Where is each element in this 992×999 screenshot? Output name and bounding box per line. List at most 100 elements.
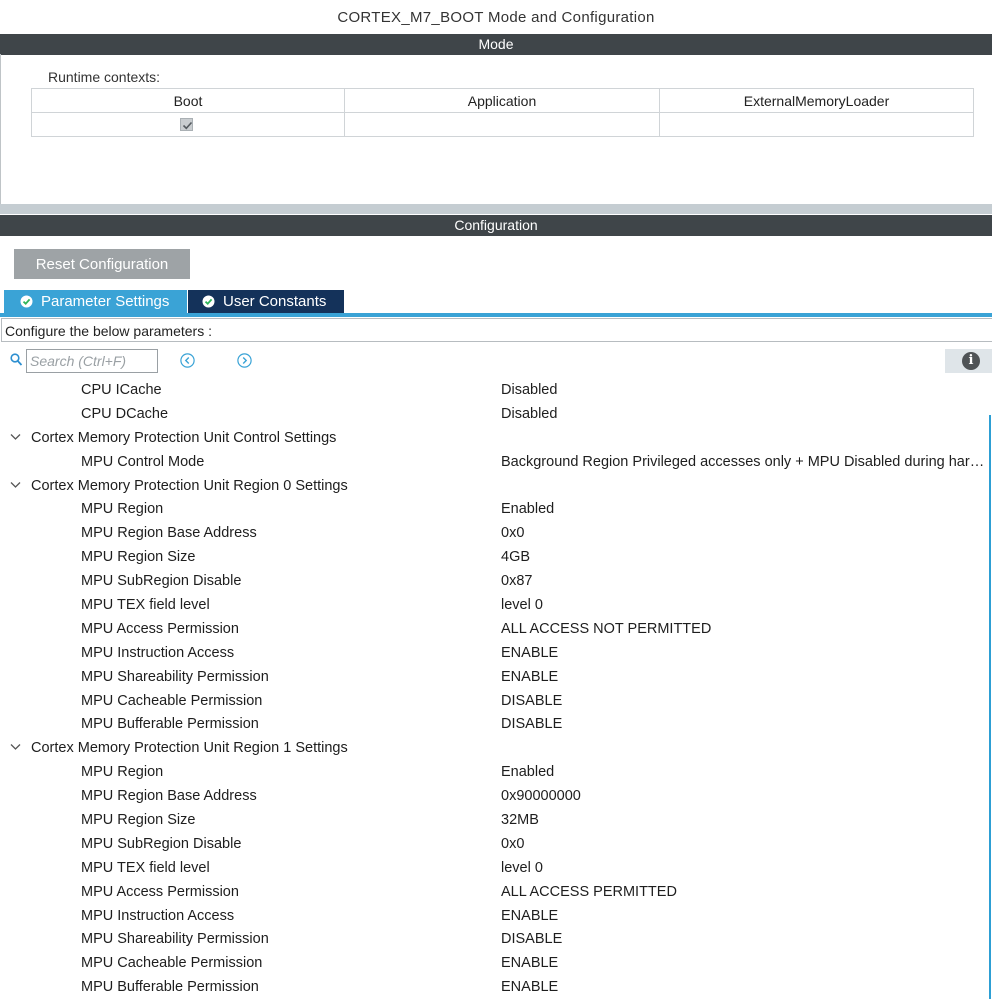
param-label: MPU SubRegion Disable	[81, 835, 242, 852]
param-label: MPU Bufferable Permission	[81, 716, 259, 733]
tree-param-row[interactable]: CPU DCache Disabled	[0, 402, 989, 426]
checkmark-icon	[182, 121, 193, 130]
search-input[interactable]	[26, 349, 158, 373]
panel-left-border	[0, 54, 1, 204]
param-label: MPU Cacheable Permission	[81, 692, 263, 709]
tree-param-row[interactable]: MPU Region Size 4GB	[0, 545, 989, 569]
parameter-tree: CPU ICache Disabled CPU DCache Disabled Cort…	[0, 378, 989, 999]
tree-param-row[interactable]: MPU Region Size 32MB	[0, 808, 989, 832]
window-title: CORTEX_M7_BOOT Mode and Configuration	[337, 9, 655, 26]
param-value[interactable]: 4GB	[501, 545, 987, 569]
configuration-header: Configuration	[0, 215, 992, 236]
tree-param-row[interactable]: MPU Region Enabled	[0, 760, 989, 784]
tree-group-row[interactable]: Cortex Memory Protection Unit Control Se…	[0, 426, 989, 450]
group-label: Cortex Memory Protection Unit Control Se…	[31, 429, 337, 446]
param-value[interactable]: 0x0	[501, 521, 987, 545]
tree-param-row[interactable]: MPU SubRegion Disable 0x87	[0, 569, 989, 593]
param-value[interactable]: ALL ACCESS PERMITTED	[501, 880, 987, 904]
application-column: Application	[345, 89, 660, 136]
tree-group-row[interactable]: Cortex Memory Protection Unit Region 0 S…	[0, 474, 989, 498]
param-value[interactable]: Enabled	[501, 760, 987, 784]
param-value[interactable]: ENABLE	[501, 641, 987, 665]
chevron-down-icon[interactable]	[10, 433, 21, 441]
param-value[interactable]: ENABLE	[501, 904, 987, 928]
param-label: CPU ICache	[81, 382, 162, 398]
tree-param-row[interactable]: MPU Access Permission ALL ACCESS NOT PERM…	[0, 617, 989, 641]
param-value[interactable]: ENABLE	[501, 665, 987, 689]
boot-column-header: Boot	[32, 89, 344, 113]
chevron-down-icon[interactable]	[10, 481, 21, 489]
panel-splitter[interactable]	[0, 204, 992, 214]
tree-param-row[interactable]: MPU Bufferable Permission DISABLE	[0, 712, 989, 736]
param-value[interactable]: Disabled	[501, 402, 987, 426]
tab-parameter-settings-label: Parameter Settings	[41, 293, 170, 310]
param-value[interactable]: Disabled	[501, 378, 987, 402]
param-value[interactable]: Enabled	[501, 497, 987, 521]
param-label: MPU Region	[81, 501, 164, 518]
tree-param-row[interactable]: MPU Instruction Access ENABLE	[0, 904, 989, 928]
tree-param-row[interactable]: MPU Region Base Address 0x0	[0, 521, 989, 545]
param-label: MPU Region Base Address	[81, 525, 257, 542]
tree-param-row[interactable]: MPU Cacheable Permission ENABLE	[0, 951, 989, 975]
param-label: MPU Bufferable Permission	[81, 979, 259, 996]
param-label: MPU Region Size	[81, 812, 196, 829]
param-value[interactable]: 32MB	[501, 808, 987, 832]
scrollbar[interactable]	[989, 415, 991, 999]
param-value[interactable]: DISABLE	[501, 689, 987, 713]
param-value[interactable]: ENABLE	[501, 975, 987, 999]
param-value[interactable]: ENABLE	[501, 951, 987, 975]
param-value[interactable]: 0x87	[501, 569, 987, 593]
application-column-header: Application	[345, 89, 659, 113]
param-label: MPU Access Permission	[81, 620, 239, 637]
info-icon: i	[962, 352, 980, 370]
tree-param-row[interactable]: MPU Region Base Address 0x90000000	[0, 784, 989, 808]
tab-parameter-settings[interactable]: Parameter Settings	[4, 290, 187, 313]
param-label: MPU Region	[81, 764, 164, 781]
param-value[interactable]: DISABLE	[501, 927, 987, 951]
tree-group-row[interactable]: Cortex Memory Protection Unit Region 1 S…	[0, 736, 989, 760]
param-label: MPU Shareability Permission	[81, 931, 269, 948]
chevron-right-circle-icon[interactable]	[237, 353, 252, 368]
param-value[interactable]: level 0	[501, 593, 987, 617]
param-label: MPU TEX field level	[81, 597, 210, 614]
tree-param-row[interactable]: MPU Access Permission ALL ACCESS PERMITTE…	[0, 880, 989, 904]
param-value[interactable]: 0x0	[501, 832, 987, 856]
tree-param-row[interactable]: MPU SubRegion Disable 0x0	[0, 832, 989, 856]
boot-checkbox[interactable]	[180, 118, 193, 131]
tab-underline	[0, 313, 992, 317]
tree-param-row[interactable]: MPU TEX field level level 0	[0, 593, 989, 617]
chevron-down-icon[interactable]	[10, 743, 21, 751]
tree-param-row[interactable]: MPU Control Mode Background Region Privil…	[0, 450, 989, 474]
tree-param-row[interactable]: MPU Shareability Permission DISABLE	[0, 927, 989, 951]
tree-param-row[interactable]: MPU Bufferable Permission ENABLE	[0, 975, 989, 999]
external-memory-loader-column-header: ExternalMemoryLoader	[660, 89, 973, 113]
param-label: MPU Region Size	[81, 549, 196, 566]
tree-param-row[interactable]: CPU ICache Disabled	[0, 378, 989, 402]
runtime-contexts-table: Boot Application ExternalMemoryLoader	[31, 88, 974, 137]
param-label: MPU Cacheable Permission	[81, 955, 263, 972]
param-value[interactable]: Background Region Privileged accesses on…	[501, 450, 987, 474]
param-value[interactable]: 0x90000000	[501, 784, 987, 808]
check-circle-icon	[202, 295, 215, 308]
param-value[interactable]: ALL ACCESS NOT PERMITTED	[501, 617, 987, 641]
tree-param-row[interactable]: MPU TEX field level level 0	[0, 856, 989, 880]
mode-header: Mode	[0, 34, 992, 55]
check-circle-icon	[20, 295, 33, 308]
param-label: MPU SubRegion Disable	[81, 573, 242, 590]
tree-param-row[interactable]: MPU Shareability Permission ENABLE	[0, 665, 989, 689]
param-value[interactable]: level 0	[501, 856, 987, 880]
reset-configuration-button[interactable]: Reset Configuration	[14, 249, 190, 279]
param-label: MPU Shareability Permission	[81, 668, 269, 685]
param-value[interactable]: DISABLE	[501, 712, 987, 736]
param-label: MPU Instruction Access	[81, 644, 235, 661]
group-label: Cortex Memory Protection Unit Region 1 S…	[31, 740, 348, 757]
tree-param-row[interactable]: MPU Cacheable Permission DISABLE	[0, 689, 989, 713]
param-label: MPU TEX field level	[81, 859, 210, 876]
external-memory-loader-column: ExternalMemoryLoader	[660, 89, 973, 136]
info-button[interactable]: i	[945, 349, 992, 373]
tab-user-constants[interactable]: User Constants	[188, 290, 344, 313]
tree-param-row[interactable]: MPU Region Enabled	[0, 497, 989, 521]
chevron-left-circle-icon[interactable]	[180, 353, 195, 368]
tree-param-row[interactable]: MPU Instruction Access ENABLE	[0, 641, 989, 665]
search-icon	[10, 353, 23, 366]
